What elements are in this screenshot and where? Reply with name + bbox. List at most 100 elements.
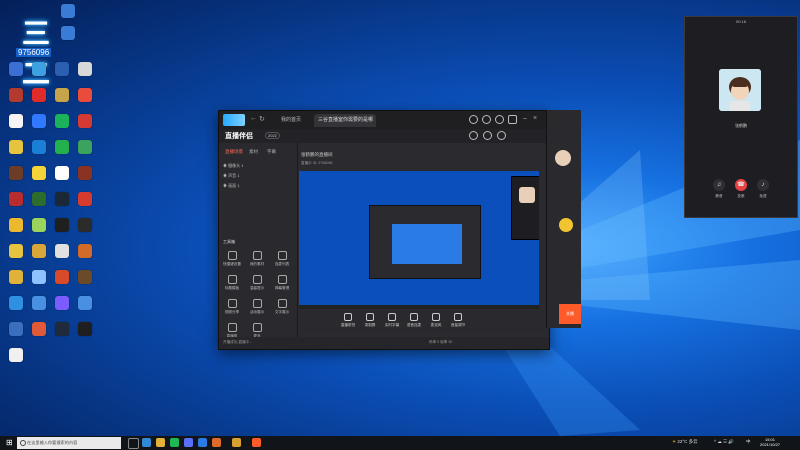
title-bar[interactable]: ← ↻ 我的首页 三谷直播室你需要的是哪里 – ×	[219, 111, 549, 136]
tab-subtitle[interactable]: 字幕	[267, 149, 276, 155]
desktop-icon[interactable]	[50, 244, 74, 270]
app-icon[interactable]	[252, 438, 261, 447]
tool-item[interactable]: 标题模板	[223, 275, 241, 291]
live-app-window[interactable]: ← ↻ 我的首页 三谷直播室你需要的是哪里 – × 直播伴侣 2022 直播场景…	[218, 110, 550, 350]
volume-button[interactable]: 音量调节	[449, 313, 467, 328]
close-icon[interactable]: ×	[533, 115, 537, 122]
speaker-button[interactable]: ♪ 免提	[755, 179, 771, 199]
desktop-icon[interactable]	[4, 62, 28, 88]
desktop-icon[interactable]	[73, 218, 97, 244]
user-avatar-icon[interactable]	[469, 115, 478, 124]
desktop-icon[interactable]	[50, 62, 74, 88]
desktop-icon[interactable]	[56, 26, 80, 52]
ime-indicator[interactable]: 中	[746, 439, 751, 445]
live-app-taskbar-icon[interactable]	[198, 438, 207, 447]
task-view-icon[interactable]	[128, 438, 139, 449]
desktop-icon[interactable]	[73, 296, 97, 322]
tab-current[interactable]: 三谷直播室你需要的是哪里	[314, 114, 376, 136]
desktop-icon[interactable]	[4, 88, 28, 114]
desktop-icon[interactable]	[27, 296, 51, 322]
desktop-icon[interactable]	[27, 62, 51, 88]
nav-home[interactable]: 我的首页	[281, 116, 301, 123]
desktop-icon[interactable]	[73, 270, 97, 296]
windows-start-icon[interactable]: ⊞	[6, 439, 13, 447]
mic-button[interactable]: 麦克风	[427, 313, 445, 328]
desktop-icon[interactable]	[27, 166, 51, 192]
desktop-icon[interactable]	[4, 244, 28, 270]
desktop-icon[interactable]	[50, 166, 74, 192]
desktop-icon[interactable]	[27, 218, 51, 244]
back-icon[interactable]: ←	[250, 115, 257, 122]
desktop-icon[interactable]	[4, 322, 28, 348]
source-row[interactable]: ◉ 摄像头 1	[223, 163, 243, 169]
desktop-icon[interactable]	[27, 140, 51, 166]
record-button[interactable]: 录制屏	[361, 313, 379, 328]
mail-icon[interactable]	[495, 115, 504, 124]
desktop-icon[interactable]	[73, 62, 97, 88]
tool-item[interactable]: 视频分享	[223, 299, 241, 315]
mute-button[interactable]: ♫ 静音	[711, 179, 727, 199]
desktop-icon[interactable]	[50, 192, 74, 218]
tab-scene[interactable]: 直播场景	[225, 149, 243, 155]
menu-icon[interactable]	[497, 131, 506, 140]
voice-call-window[interactable]: 00:16 张鹤鹏 ♫ 静音 ☎ 挂断 ♪ 免提	[684, 16, 798, 218]
stream-preview[interactable]	[299, 171, 539, 309]
desktop-icon[interactable]	[73, 322, 97, 348]
desktop-icon[interactable]	[73, 114, 97, 140]
desktop-icon[interactable]	[50, 218, 74, 244]
app-icon[interactable]	[212, 438, 221, 447]
voice-button[interactable]: 语音连麦	[405, 313, 423, 328]
desktop-icon[interactable]	[4, 192, 28, 218]
desktop-icon[interactable]	[27, 192, 51, 218]
gift-icon[interactable]	[483, 131, 492, 140]
source-row[interactable]: ◉ 画面 1	[223, 183, 239, 189]
notification-icon[interactable]	[482, 115, 491, 124]
tool-item[interactable]: 我的素材	[248, 251, 266, 267]
desktop-icon[interactable]	[50, 140, 74, 166]
tab-material[interactable]: 素材	[249, 149, 258, 155]
product-button[interactable]: 直播带货	[339, 313, 357, 328]
app-icon[interactable]	[232, 438, 241, 447]
desktop-icon[interactable]	[73, 88, 97, 114]
desktop-icon[interactable]	[50, 322, 74, 348]
desktop-icon[interactable]	[27, 114, 51, 140]
tool-item[interactable]: 文字展示	[273, 299, 291, 315]
desktop-icon[interactable]	[27, 88, 51, 114]
caption-button[interactable]: 实时字幕	[383, 313, 401, 328]
desktop-icon[interactable]	[73, 166, 97, 192]
user-avatar-icon[interactable]	[469, 131, 478, 140]
tool-item[interactable]: 连麦列表	[273, 251, 291, 267]
desktop-icon[interactable]	[4, 348, 28, 374]
wechat-icon[interactable]	[170, 438, 179, 447]
source-row[interactable]: ◉ 声音 1	[223, 173, 239, 179]
desktop-icon[interactable]	[4, 218, 28, 244]
refresh-icon[interactable]: ↻	[259, 115, 265, 123]
desktop-icon[interactable]	[50, 88, 74, 114]
clock[interactable]: 15:01 2021/10/27	[760, 437, 780, 447]
desktop-icon[interactable]	[73, 140, 97, 166]
tool-item[interactable]: 活动展示	[248, 299, 266, 315]
weather-widget[interactable]: ☀ 22°C 多云	[672, 439, 698, 445]
desktop-icon[interactable]	[50, 296, 74, 322]
tray-icons[interactable]: ^ ☁ ☲ 🔊	[714, 439, 734, 445]
desktop-icon[interactable]	[27, 322, 51, 348]
stop-live-button[interactable]: 关播	[559, 304, 581, 324]
desktop-icon[interactable]	[4, 166, 28, 192]
tool-item[interactable]: 快捷键设置	[223, 251, 241, 267]
edge-icon[interactable]	[142, 438, 151, 447]
settings-icon[interactable]	[508, 115, 517, 124]
desktop-icon[interactable]	[4, 114, 28, 140]
desktop-icon[interactable]	[50, 270, 74, 296]
explorer-icon[interactable]	[156, 438, 165, 447]
desktop-icon[interactable]	[27, 244, 51, 270]
desktop-icon[interactable]	[73, 192, 97, 218]
desktop-icon[interactable]	[73, 244, 97, 270]
search-box[interactable]: 在这里输入你要搜索的内容	[17, 437, 121, 449]
minimize-icon[interactable]: –	[523, 115, 527, 122]
tool-item[interactable]: 弹幕管理	[273, 275, 291, 291]
desktop-icon[interactable]	[4, 140, 28, 166]
hangup-button[interactable]: ☎ 挂断	[733, 179, 749, 199]
desktop-icon[interactable]	[27, 270, 51, 296]
desktop-icon[interactable]	[4, 270, 28, 296]
tool-item[interactable]: 温馨提示	[248, 275, 266, 291]
